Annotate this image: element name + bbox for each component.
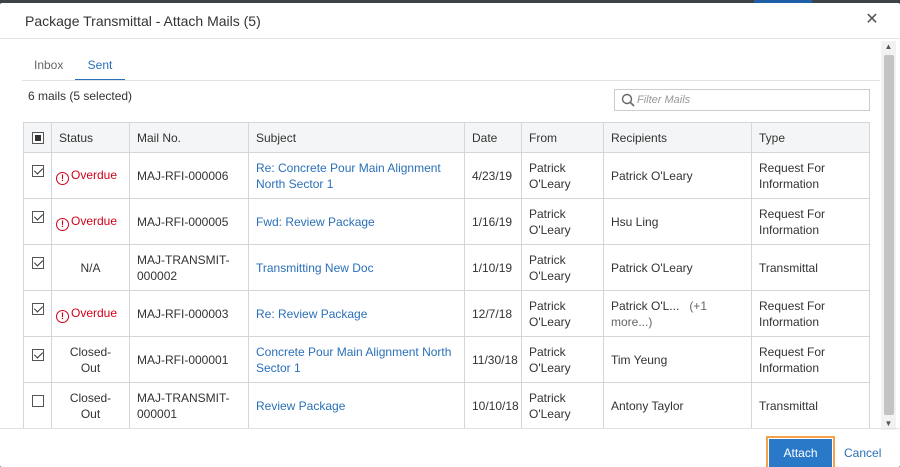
row-checkbox[interactable]	[31, 164, 44, 177]
column-header-recipients[interactable]: Recipients	[603, 122, 752, 153]
mail-from: Patrick O'Leary	[521, 382, 604, 429]
column-header-type[interactable]: Type	[751, 122, 870, 153]
subject-link[interactable]: Review Package	[256, 399, 345, 413]
mail-type: Transmittal	[751, 244, 870, 291]
mail-date: 12/7/18	[464, 290, 522, 337]
attach-mails-dialog: Package Transmittal - Attach Mails (5) ✕…	[0, 3, 900, 467]
mail-type: Transmittal	[751, 382, 870, 429]
mail-type: Request For Information	[751, 336, 870, 383]
status-text: Closed-Out	[51, 336, 130, 383]
subject-link[interactable]: Transmitting New Doc	[256, 261, 374, 275]
column-header-subject[interactable]: Subject	[248, 122, 465, 153]
mail-date: 1/16/19	[464, 198, 522, 245]
select-all-cell	[23, 122, 52, 153]
mail-type: Request For Information	[751, 198, 870, 245]
mail-no: MAJ-RFI-000003	[129, 290, 249, 337]
column-header-date[interactable]: Date	[464, 122, 522, 153]
vertical-scrollbar[interactable]: ▲ ▼	[881, 41, 896, 430]
mail-no: MAJ-TRANSMIT-000002	[129, 244, 249, 291]
row-checkbox[interactable]	[31, 256, 44, 269]
column-header-from[interactable]: From	[521, 122, 604, 153]
mail-recipients: Patrick O'Leary	[603, 244, 752, 291]
mail-date: 11/30/18	[464, 336, 522, 383]
attach-button[interactable]: Attach	[766, 436, 835, 467]
column-header-mail-no[interactable]: Mail No.	[129, 122, 249, 153]
row-checkbox[interactable]	[31, 210, 44, 223]
table-row[interactable]: ! Overdue MAJ-RFI-000006 Re: Concrete Pou…	[23, 152, 870, 199]
subject-link[interactable]: Fwd: Review Package	[256, 215, 375, 229]
warning-icon: !	[56, 309, 69, 323]
row-checkbox[interactable]	[31, 302, 44, 315]
row-checkbox[interactable]	[31, 348, 44, 361]
subject-link[interactable]: Re: Concrete Pour Main Alignment North S…	[256, 161, 441, 191]
mail-count: 6 mails (5 selected)	[28, 89, 133, 103]
mail-date: 1/10/19	[464, 244, 522, 291]
mail-no: MAJ-RFI-000006	[129, 152, 249, 199]
cancel-button[interactable]: Cancel	[844, 446, 881, 460]
select-all-checkbox[interactable]	[31, 132, 44, 145]
mail-no: MAJ-RFI-000005	[129, 198, 249, 245]
row-checkbox[interactable]	[31, 394, 44, 407]
dialog-title: Package Transmittal - Attach Mails (5)	[25, 13, 261, 29]
tab-inbox[interactable]: Inbox	[32, 57, 65, 81]
table-row[interactable]: Closed-Out MAJ-TRANSMIT-000001 Review Pa…	[23, 382, 870, 429]
column-header-status[interactable]: Status	[51, 122, 130, 153]
mail-date: 10/10/18	[464, 382, 522, 429]
footer-divider	[0, 428, 900, 429]
mail-date: 4/23/19	[464, 152, 522, 199]
mail-no: MAJ-RFI-000001	[129, 336, 249, 383]
mail-from: Patrick O'Leary	[521, 290, 604, 337]
filter-mails-input[interactable]	[637, 92, 865, 108]
mails-table: Status Mail No. Subject Date From Recipi…	[23, 122, 870, 429]
mail-type: Request For Information	[751, 290, 870, 337]
mail-from: Patrick O'Leary	[521, 244, 604, 291]
warning-icon: !	[56, 171, 69, 185]
scrollbar-thumb[interactable]	[884, 55, 894, 415]
table-row[interactable]: ! Overdue MAJ-RFI-000005 Fwd: Review Pack…	[23, 198, 870, 245]
status-text: N/A	[51, 244, 130, 291]
status-text: Closed-Out	[51, 382, 130, 429]
mail-recipients: Hsu Ling	[603, 198, 752, 245]
search-icon	[621, 93, 635, 107]
status-overdue: ! Overdue	[56, 306, 117, 323]
table-header-row: Status Mail No. Subject Date From Recipi…	[23, 122, 870, 153]
mail-from: Patrick O'Leary	[521, 198, 604, 245]
table-row[interactable]: N/A MAJ-TRANSMIT-000002 Transmitting New…	[23, 244, 870, 291]
table-row[interactable]: ! Overdue MAJ-RFI-000003 Re: Review Packa…	[23, 290, 870, 337]
table-row[interactable]: Closed-Out MAJ-RFI-000001 Concrete Pour …	[23, 336, 870, 383]
scroll-up-icon[interactable]: ▲	[881, 41, 896, 53]
tab-sent[interactable]: Sent	[75, 57, 125, 81]
mail-no: MAJ-TRANSMIT-000001	[129, 382, 249, 429]
mail-recipients: Antony Taylor	[603, 382, 752, 429]
tab-divider	[22, 80, 880, 81]
dialog-header: Package Transmittal - Attach Mails (5) ✕	[0, 3, 900, 39]
mail-recipients: Patrick O'Leary	[603, 152, 752, 199]
status-overdue: ! Overdue	[56, 168, 117, 185]
status-overdue: ! Overdue	[56, 214, 117, 231]
mail-from: Patrick O'Leary	[521, 336, 604, 383]
mail-recipients: Tim Yeung	[603, 336, 752, 383]
close-icon[interactable]: ✕	[863, 11, 881, 29]
filter-box[interactable]	[614, 89, 870, 111]
mail-recipients: Patrick O'L... (+1 more...)	[603, 290, 752, 337]
subject-link[interactable]: Concrete Pour Main Alignment North Secto…	[256, 345, 451, 375]
mail-type: Request For Information	[751, 152, 870, 199]
subject-link[interactable]: Re: Review Package	[256, 307, 367, 321]
mail-from: Patrick O'Leary	[521, 152, 604, 199]
warning-icon: !	[56, 217, 69, 231]
